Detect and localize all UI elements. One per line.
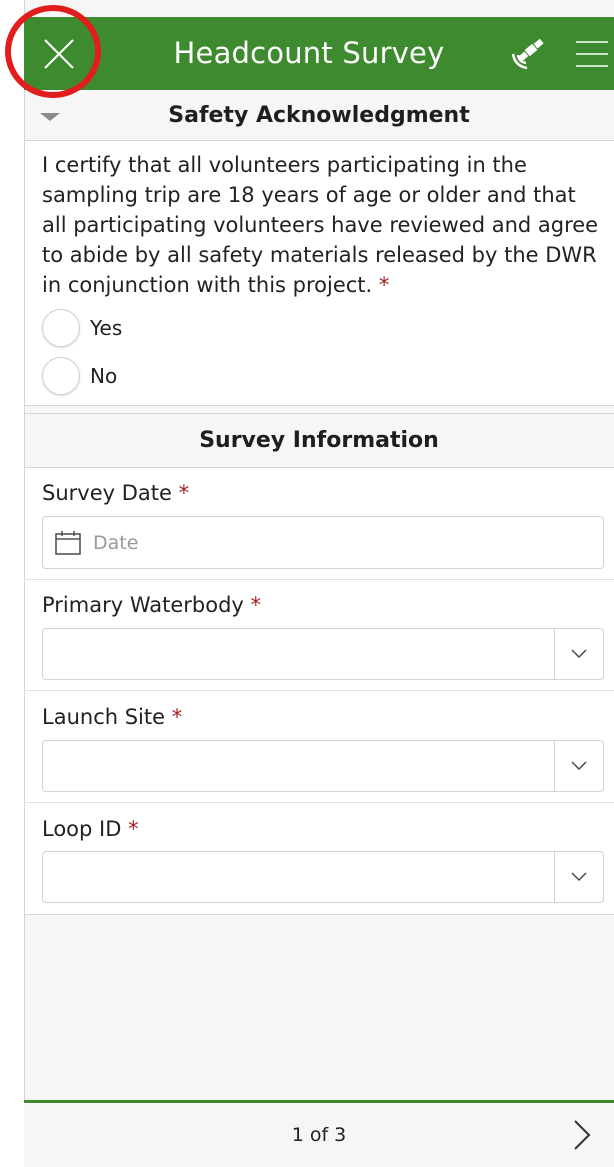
primary-waterbody-select[interactable] bbox=[42, 628, 604, 680]
required-marker: * bbox=[128, 817, 139, 841]
radio-option-yes[interactable]: Yes bbox=[42, 309, 122, 347]
required-marker: * bbox=[171, 705, 183, 729]
divider bbox=[24, 914, 614, 915]
divider bbox=[24, 413, 614, 414]
survey-info-section-title: Survey Information bbox=[199, 428, 439, 453]
survey-date-label: Survey Date * bbox=[42, 481, 189, 505]
menu-button[interactable] bbox=[570, 33, 614, 75]
radio-label-no: No bbox=[90, 364, 118, 388]
calendar-icon bbox=[55, 530, 81, 555]
required-marker: * bbox=[178, 481, 190, 505]
chevron-down-icon bbox=[571, 872, 587, 881]
chevron-down-icon bbox=[571, 649, 587, 658]
divider bbox=[24, 405, 614, 406]
gps-button[interactable] bbox=[504, 31, 550, 77]
page-indicator: 1 of 3 bbox=[291, 1124, 347, 1146]
radio-button[interactable] bbox=[42, 309, 80, 347]
launch-site-label-text: Launch Site bbox=[42, 705, 166, 729]
chevron-right-icon bbox=[574, 1120, 591, 1150]
page-navigation-footer: 1 of 3 bbox=[24, 1100, 614, 1167]
primary-waterbody-label-text: Primary Waterbody bbox=[42, 593, 244, 617]
date-placeholder: Date bbox=[93, 531, 139, 554]
launch-site-select[interactable] bbox=[42, 740, 604, 792]
next-page-button[interactable] bbox=[562, 1113, 602, 1157]
dropdown-toggle[interactable] bbox=[555, 629, 603, 679]
divider bbox=[24, 579, 614, 580]
loop-id-label-text: Loop ID bbox=[42, 817, 122, 841]
survey-date-input[interactable]: Date bbox=[42, 516, 604, 569]
safety-statement: I certify that all volunteers participat… bbox=[42, 150, 602, 300]
app-header: Headcount Survey bbox=[24, 17, 614, 90]
divider bbox=[24, 690, 614, 691]
chevron-down-icon bbox=[571, 761, 587, 770]
required-marker: * bbox=[250, 593, 262, 617]
dropdown-toggle[interactable] bbox=[555, 852, 603, 902]
divider bbox=[24, 802, 614, 803]
required-marker: * bbox=[378, 273, 390, 297]
loop-id-label: Loop ID * bbox=[42, 817, 139, 841]
primary-waterbody-label: Primary Waterbody * bbox=[42, 593, 261, 617]
radio-label-yes: Yes bbox=[90, 316, 123, 340]
satellite-icon bbox=[511, 38, 544, 70]
radio-option-no[interactable]: No bbox=[42, 357, 117, 395]
safety-statement-text: I certify that all volunteers participat… bbox=[42, 153, 599, 297]
launch-site-label: Launch Site * bbox=[42, 705, 182, 729]
safety-section-title: Safety Acknowledgment bbox=[168, 103, 470, 128]
dropdown-toggle[interactable] bbox=[555, 741, 603, 791]
radio-button[interactable] bbox=[42, 357, 80, 395]
loop-id-select[interactable] bbox=[42, 851, 604, 903]
close-button[interactable] bbox=[24, 17, 94, 90]
hamburger-menu-icon bbox=[576, 41, 608, 67]
close-icon bbox=[44, 38, 74, 69]
survey-date-label-text: Survey Date bbox=[42, 481, 172, 505]
